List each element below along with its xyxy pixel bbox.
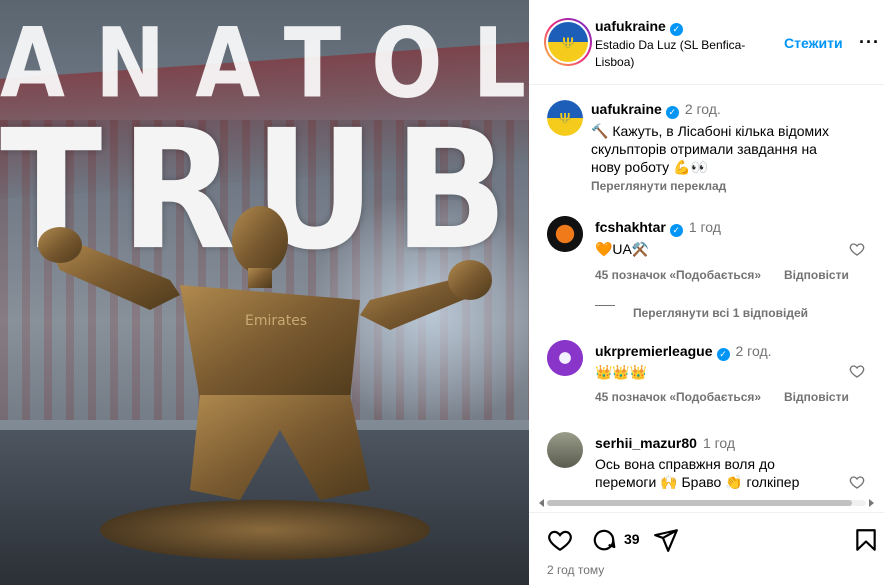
comment-time: 1 год bbox=[688, 219, 721, 235]
comment-text: Ось вона справжня воля до перемоги 🙌 Бра… bbox=[595, 456, 800, 490]
posted-time: 2 год тому bbox=[547, 563, 605, 577]
post-header: Ψ uafukraine ✓ Estadio Da Luz (SL Benfica… bbox=[529, 0, 884, 85]
reply-button[interactable]: Відповісти bbox=[784, 268, 849, 282]
comment-header: serhii_mazur80 1 год bbox=[595, 435, 735, 451]
caption-header: uafukraine ✓ 2 год. bbox=[591, 101, 721, 119]
verified-icon: ✓ bbox=[669, 23, 683, 36]
comment-avatar-ukrpremierleague[interactable] bbox=[547, 340, 583, 376]
scroll-right-icon[interactable] bbox=[869, 499, 874, 507]
comment-likes[interactable]: 45 позначок «Подобається» bbox=[595, 390, 761, 404]
comment-text: 👑👑👑 bbox=[595, 364, 648, 380]
see-translation-link[interactable]: Переглянути переклад bbox=[591, 179, 726, 193]
comment-avatar-serhii-mazur80[interactable] bbox=[547, 432, 583, 468]
follow-button[interactable]: Стежити bbox=[784, 35, 843, 51]
comment-count: 39 bbox=[624, 531, 640, 547]
comment-header: fcshakhtar ✓ 1 год bbox=[595, 219, 721, 237]
comment-heart-icon[interactable] bbox=[849, 363, 865, 379]
comment-time: 2 год. bbox=[735, 343, 772, 359]
comment-username[interactable]: serhii_mazur80 bbox=[595, 435, 697, 451]
comment-header: ukrpremierleague ✓ 2 год. bbox=[595, 343, 772, 361]
trident-icon: Ψ bbox=[559, 110, 571, 125]
comment-icon[interactable] bbox=[591, 527, 617, 553]
comments-list[interactable]: Ψ uafukraine ✓ 2 год. 🔨 Кажуть, в Лісабоні… bbox=[529, 86, 884, 511]
trident-icon: Ψ bbox=[562, 34, 574, 50]
comment-likes[interactable]: 45 позначок «Подобається» bbox=[595, 268, 761, 282]
caption-time: 2 год. bbox=[684, 101, 721, 117]
like-heart-icon[interactable] bbox=[547, 527, 573, 553]
scroll-thumb[interactable] bbox=[547, 500, 852, 506]
verified-icon: ✓ bbox=[669, 224, 683, 237]
view-replies-link[interactable]: Переглянути всі 1 відповідей bbox=[633, 306, 808, 320]
comment-text: 🧡UA⚒️ bbox=[595, 241, 650, 257]
comment-heart-icon[interactable] bbox=[849, 241, 865, 257]
caption-avatar[interactable]: Ψ bbox=[547, 100, 583, 136]
comment-username[interactable]: fcshakhtar bbox=[595, 219, 666, 235]
share-icon[interactable] bbox=[653, 527, 679, 553]
replies-divider bbox=[595, 305, 615, 306]
author-username[interactable]: uafukraine ✓ bbox=[595, 18, 683, 36]
comment-heart-icon[interactable] bbox=[849, 474, 865, 490]
author-avatar[interactable]: Ψ bbox=[544, 18, 592, 66]
bronze-statue: Emirates bbox=[38, 206, 492, 500]
author-username-link[interactable]: uafukraine bbox=[595, 18, 666, 34]
more-options-icon[interactable]: ··· bbox=[859, 32, 880, 53]
verified-icon: ✓ bbox=[716, 348, 730, 361]
horizontal-scrollbar[interactable] bbox=[539, 496, 874, 510]
caption-username[interactable]: uafukraine bbox=[591, 101, 662, 117]
post-image[interactable]: ANATOLIY TRUBIN Emirates bbox=[0, 0, 529, 585]
comment-username[interactable]: ukrpremierleague bbox=[595, 343, 713, 359]
post-sidebar: Ψ uafukraine ✓ Estadio Da Luz (SL Benfica… bbox=[529, 0, 884, 585]
reply-button[interactable]: Відповісти bbox=[784, 390, 849, 404]
post-actions: 39 2 год тому bbox=[529, 512, 884, 585]
bookmark-icon[interactable] bbox=[853, 527, 879, 553]
scroll-left-icon[interactable] bbox=[539, 499, 544, 507]
svg-text:Emirates: Emirates bbox=[245, 313, 307, 329]
verified-icon: ✓ bbox=[665, 106, 679, 119]
comment-avatar-fcshakhtar[interactable] bbox=[547, 216, 583, 252]
post-location[interactable]: Estadio Da Luz (SL Benfica-Lisboa) bbox=[595, 37, 770, 71]
caption-text: 🔨 Кажуть, в Лісабоні кілька відомих скул… bbox=[591, 123, 829, 175]
comment-time: 1 год bbox=[702, 435, 736, 451]
